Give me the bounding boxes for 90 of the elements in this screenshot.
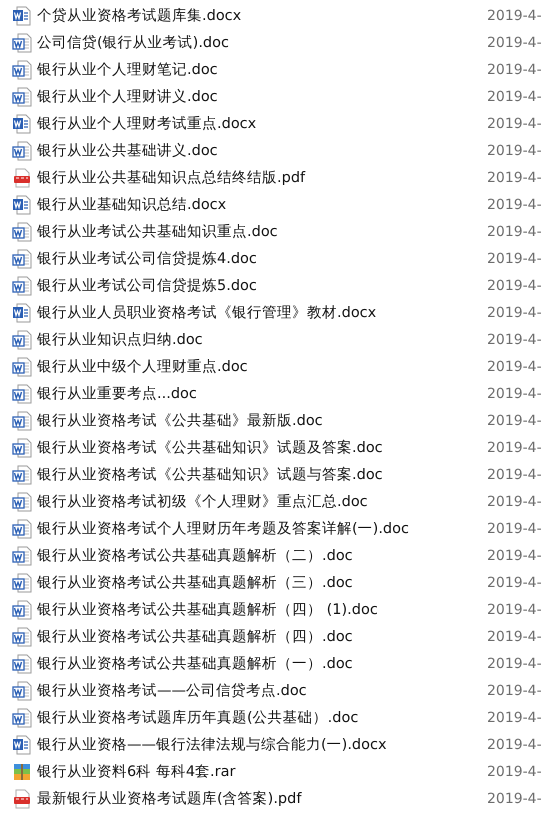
file-date: 2019-4- [487, 682, 542, 698]
file-name[interactable]: 银行从业考试公司信贷提炼5.doc [37, 276, 257, 295]
word-document-icon [12, 140, 32, 160]
word-document-icon [12, 302, 32, 322]
archive-icon [12, 762, 32, 782]
word-document-icon [12, 572, 32, 592]
word-document-icon [12, 410, 32, 430]
file-date: 2019-4- [487, 304, 542, 320]
file-date: 2019-4- [487, 386, 542, 402]
word-document-icon [12, 626, 32, 646]
file-name[interactable]: 银行从业资料6科 每科4套.rar [37, 762, 236, 781]
word-document-icon [12, 356, 32, 376]
file-name[interactable]: 银行从业考试公共基础知识重点.doc [37, 222, 278, 241]
file-name[interactable]: 银行从业资格考试公共基础真题解析（一）.doc [37, 654, 353, 673]
word-document-icon [12, 600, 32, 620]
file-date: 2019-4- [487, 116, 542, 132]
word-document-icon [12, 114, 32, 134]
file-name[interactable]: 银行从业资格考试公共基础真题解析（二）.doc [37, 546, 353, 565]
file-date: 2019-4- [487, 494, 542, 510]
file-date: 2019-4- [487, 628, 542, 644]
word-document-icon [12, 492, 32, 512]
file-date: 2019-4- [487, 466, 542, 482]
pdf-document-icon [12, 168, 32, 188]
word-document-icon [12, 654, 32, 674]
file-date: 2019-4- [487, 62, 542, 78]
file-date: 2019-4- [487, 656, 542, 672]
file-date: 2019-4- [487, 34, 542, 50]
word-document-icon [12, 708, 32, 728]
file-date: 2019-4- [487, 520, 542, 536]
word-document-icon [12, 248, 32, 268]
file-date: 2019-4- [487, 736, 542, 752]
file-name[interactable]: 银行从业资格考试公共基础真题解析（四） (1).doc [37, 600, 378, 619]
word-document-icon [12, 276, 32, 296]
word-document-icon [12, 222, 32, 242]
word-document-icon [12, 60, 32, 80]
file-date: 2019-4- [487, 710, 542, 726]
file-name[interactable]: 公司信贷(银行从业考试).doc [37, 33, 229, 52]
file-name[interactable]: 银行从业个人理财笔记.doc [37, 60, 218, 79]
file-name[interactable]: 银行从业资格考试《公共基础》最新版.doc [37, 411, 323, 430]
word-document-icon [12, 384, 32, 404]
word-document-icon [12, 330, 32, 350]
file-name[interactable]: 个贷从业资格考试题库集.docx [37, 6, 242, 25]
file-name[interactable]: 银行从业资格考试初级《个人理财》重点汇总.doc [37, 492, 368, 511]
file-date: 2019-4- [487, 412, 542, 428]
file-date: 2019-4- [487, 332, 542, 348]
word-document-icon [12, 32, 32, 52]
word-document-icon [12, 464, 32, 484]
word-document-icon [12, 734, 32, 754]
file-date: 2019-4- [487, 8, 542, 24]
word-document-icon [12, 6, 32, 26]
file-date: 2019-4- [487, 764, 542, 780]
file-name[interactable]: 银行从业基础知识总结.docx [37, 195, 226, 214]
file-date: 2019-4- [487, 250, 542, 266]
file-name[interactable]: 银行从业资格——银行法律法规与综合能力(一).docx [37, 735, 387, 754]
word-document-icon [12, 680, 32, 700]
file-name[interactable]: 银行从业个人理财考试重点.docx [37, 114, 256, 133]
file-name[interactable]: 银行从业个人理财讲义.doc [37, 87, 218, 106]
file-name[interactable]: 银行从业资格考试个人理财历年考题及答案详解(一).doc [37, 519, 409, 538]
file-name[interactable]: 银行从业资格考试《公共基础知识》试题与答案.doc [37, 465, 383, 484]
file-name[interactable]: 银行从业知识点归纳.doc [37, 330, 203, 349]
file-date: 2019-4- [487, 790, 542, 806]
file-name[interactable]: 银行从业资格考试公共基础真题解析（四）.doc [37, 627, 353, 646]
file-name[interactable]: 银行从业资格考试公共基础真题解析（三）.doc [37, 573, 353, 592]
file-date: 2019-4- [487, 142, 542, 158]
file-date: 2019-4- [487, 548, 542, 564]
pdf-document-icon [12, 788, 32, 808]
file-name[interactable]: 银行从业考试公司信贷提炼4.doc [37, 249, 257, 268]
file-name[interactable]: 银行从业公共基础讲义.doc [37, 141, 218, 160]
file-name[interactable]: 银行从业资格考试题库历年真题(公共基础）.doc [37, 708, 358, 727]
file-date: 2019-4- [487, 358, 542, 374]
file-name[interactable]: 最新银行从业资格考试题库(含答案).pdf [37, 789, 302, 808]
file-date: 2019-4- [487, 196, 542, 212]
file-name[interactable]: 银行从业资格考试《公共基础知识》试题及答案.doc [37, 438, 383, 457]
file-name[interactable]: 银行从业资格考试——公司信贷考点.doc [37, 681, 307, 700]
file-date: 2019-4- [487, 574, 542, 590]
file-name[interactable]: 银行从业重要考点...doc [37, 384, 197, 403]
file-name[interactable]: 银行从业人员职业资格考试《银行管理》教材.docx [37, 303, 376, 322]
file-name[interactable]: 银行从业中级个人理财重点.doc [37, 357, 248, 376]
word-document-icon [12, 86, 32, 106]
file-date: 2019-4- [487, 224, 542, 240]
file-date: 2019-4- [487, 170, 542, 186]
word-document-icon [12, 546, 32, 566]
word-document-icon [12, 194, 32, 214]
file-date: 2019-4- [487, 602, 542, 618]
word-document-icon [12, 518, 32, 538]
word-document-icon [12, 438, 32, 458]
file-date: 2019-4- [487, 88, 542, 104]
file-date: 2019-4- [487, 278, 542, 294]
file-date: 2019-4- [487, 440, 542, 456]
file-name[interactable]: 银行从业公共基础知识点总结终结版.pdf [37, 168, 306, 187]
